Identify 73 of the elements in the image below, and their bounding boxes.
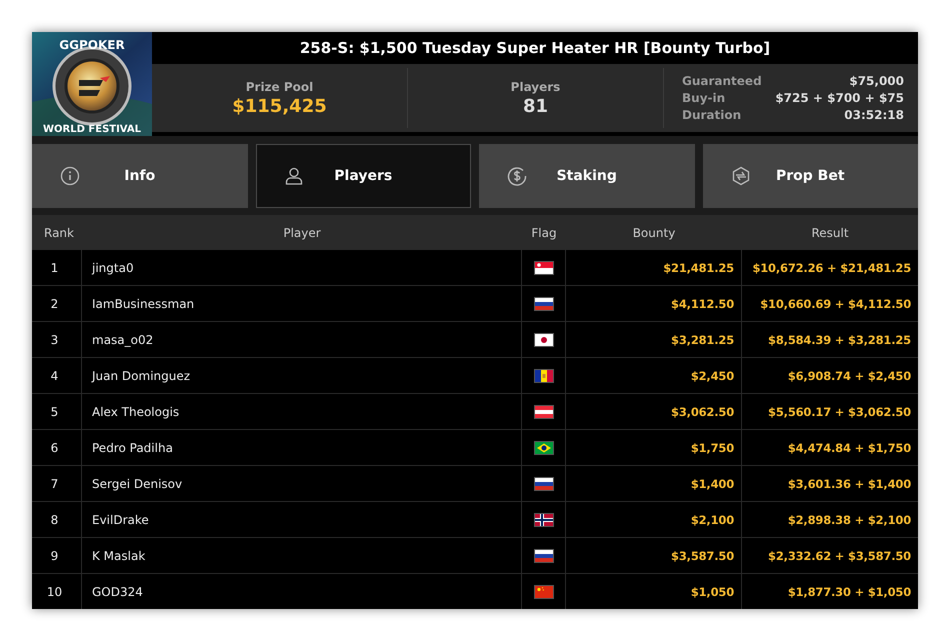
bounty-cell: $1,400 (566, 466, 742, 501)
player-cell: K Maslak (82, 538, 522, 573)
result-cell-text: $2,332.62 + $3,587.50 (767, 548, 912, 564)
column-header: Flag (530, 226, 558, 240)
rank-cell: 7 (32, 466, 82, 501)
tab[interactable]: Info (32, 144, 248, 208)
result-cell-text: $8,584.39 + $3,281.25 (767, 332, 912, 348)
bounty-cell: $1,050 (566, 574, 742, 609)
rank-cell: 8 (32, 502, 82, 537)
info-icon (60, 166, 80, 186)
result-cell-text: $6,908.74 + $2,450 (786, 368, 912, 384)
stat-label: Players (510, 80, 560, 94)
player-cell: EvilDrake (82, 502, 522, 537)
bounty-cell: $2,450 (566, 358, 742, 393)
detail-label: Duration (682, 108, 742, 122)
player-cell: Alex Theologis (82, 394, 522, 429)
player-cell: IamBusinessman (82, 286, 522, 321)
bounty-cell: $2,100 (566, 502, 742, 537)
bounty-cell: $4,112.50 (566, 286, 742, 321)
tab[interactable]: Players (256, 144, 471, 208)
result-cell-text: $3,601.36 + $1,400 (786, 476, 912, 492)
flag-icon (534, 298, 552, 310)
player-cell: jingta0 (82, 250, 522, 285)
rank-cell: 1 (32, 250, 82, 285)
flag-icon (534, 478, 552, 490)
rank-cell: 5 (32, 394, 82, 429)
rank-cell: 2 (32, 286, 82, 321)
logo-drawing: GGPOKER WORLD FESTIVAL (32, 32, 152, 136)
result-cell-text: $4,474.84 + $1,750 (786, 440, 912, 456)
rank-cell: 10 (32, 574, 82, 609)
stat-value: 81 (522, 96, 548, 116)
column-header: Rank (43, 226, 75, 240)
flag-icon (534, 370, 552, 382)
flag-icon (534, 586, 552, 598)
rank-cell: 6 (32, 430, 82, 465)
result-cell-text: $2,898.38 + $2,100 (786, 512, 912, 528)
person-icon (284, 166, 304, 186)
rank-cell: 4 (32, 358, 82, 393)
player-cell: Sergei Denisov (82, 466, 522, 501)
flag-icon (534, 262, 552, 274)
detail-value: 03:52:18 (844, 108, 904, 122)
detail-value: $75,000 (849, 74, 904, 88)
tab[interactable]: Staking (479, 144, 694, 208)
bounty-cell: $3,062.50 (566, 394, 742, 429)
tab[interactable]: Prop Bet (702, 144, 918, 208)
column-header: Bounty (632, 226, 676, 240)
result-cell-text: $5,560.17 + $3,062.50 (767, 404, 912, 420)
player-cell: Pedro Padilha (82, 430, 522, 465)
stat-label: Prize Pool (246, 80, 314, 94)
bounty-cell: $1,750 (566, 430, 742, 465)
column-header: Result (810, 226, 850, 240)
player-cell: Juan Dominguez (82, 358, 522, 393)
stat-value: $115,425 (232, 96, 327, 116)
rank-cell: 9 (32, 538, 82, 573)
bounty-cell: $21,481.25 (566, 250, 742, 285)
detail-label: Guaranteed (682, 74, 762, 88)
bounty-cell: $3,587.50 (566, 538, 742, 573)
result-cell-text: $1,877.30 + $1,050 (786, 584, 912, 600)
dollar-coin-icon (507, 166, 527, 186)
result-cell-text: $10,660.69 + $4,112.50 (759, 296, 912, 312)
flag-icon (534, 442, 552, 454)
flag-icon (534, 550, 552, 562)
detail-value: $725 + $700 + $75 (775, 91, 904, 105)
bounty-cell: $3,281.25 (566, 322, 742, 357)
detail-label: Buy-in (682, 91, 726, 105)
column-header: Player (282, 226, 322, 240)
player-cell: masa_o02 (82, 322, 522, 357)
result-cell-text: $10,672.26 + $21,481.25 (751, 260, 912, 276)
flag-icon (534, 406, 552, 418)
player-cell: GOD324 (82, 574, 522, 609)
flag-icon (534, 334, 552, 346)
rank-cell: 3 (32, 322, 82, 357)
flag-icon (534, 514, 552, 526)
